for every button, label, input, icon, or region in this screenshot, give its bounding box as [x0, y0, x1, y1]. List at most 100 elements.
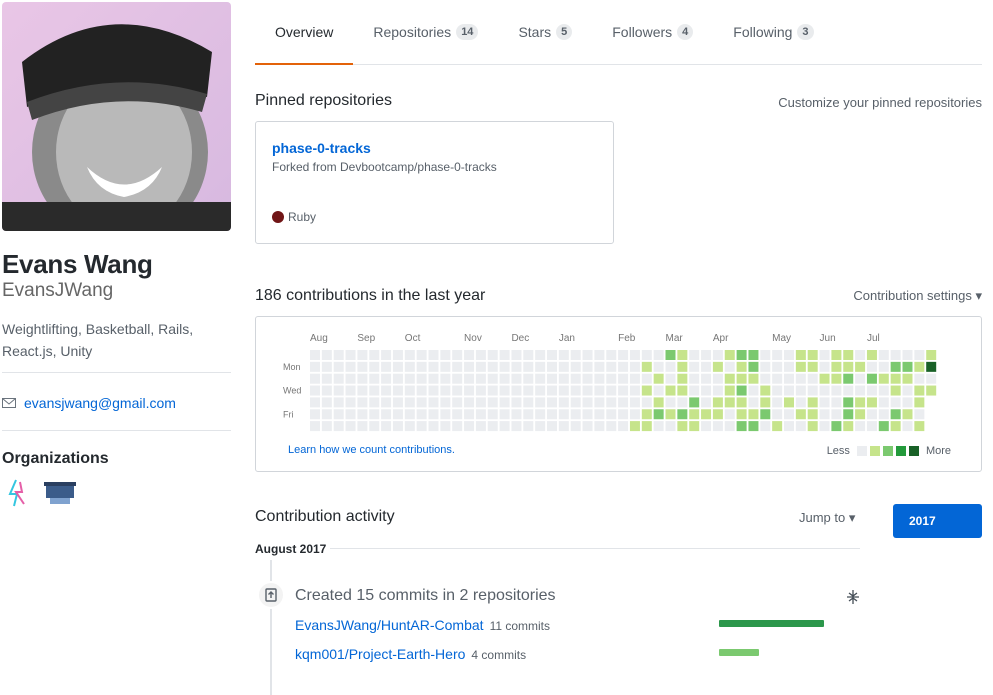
contribution-day[interactable]: [582, 373, 593, 384]
contribution-day[interactable]: [843, 373, 854, 384]
contribution-day[interactable]: [464, 350, 475, 360]
contribution-day[interactable]: [653, 350, 664, 360]
contribution-day[interactable]: [641, 421, 652, 432]
contribution-day[interactable]: [866, 361, 877, 372]
contribution-day[interactable]: [795, 361, 806, 372]
contribution-day[interactable]: [357, 421, 368, 432]
contribution-day[interactable]: [641, 373, 652, 384]
contribution-day[interactable]: [807, 397, 818, 408]
contribution-day[interactable]: [582, 350, 593, 360]
contribution-day[interactable]: [428, 385, 439, 396]
contribution-day[interactable]: [618, 397, 629, 408]
contribution-day[interactable]: [452, 361, 463, 372]
contribution-day[interactable]: [677, 397, 688, 408]
contribution-day[interactable]: [878, 385, 889, 396]
contribution-day[interactable]: [404, 409, 415, 420]
contribution-day[interactable]: [594, 421, 605, 432]
contribution-day[interactable]: [784, 361, 794, 372]
contribution-day[interactable]: [926, 373, 937, 384]
contribution-day[interactable]: [523, 350, 534, 360]
contribution-day[interactable]: [807, 409, 818, 420]
contribution-day[interactable]: [475, 350, 486, 360]
contribution-day[interactable]: [582, 385, 593, 396]
contribution-day[interactable]: [404, 350, 415, 360]
contribution-day[interactable]: [333, 409, 344, 420]
contribution-day[interactable]: [866, 373, 877, 384]
contribution-day[interactable]: [914, 409, 925, 420]
contribution-day[interactable]: [428, 373, 439, 384]
contribution-day[interactable]: [464, 385, 475, 396]
contribution-day[interactable]: [914, 361, 925, 372]
contribution-day[interactable]: [357, 397, 368, 408]
contribution-day[interactable]: [369, 361, 380, 372]
contribution-day[interactable]: [772, 373, 783, 384]
contribution-day[interactable]: [784, 373, 794, 384]
contribution-day[interactable]: [878, 421, 889, 432]
contribution-day[interactable]: [878, 361, 889, 372]
jump-to-dropdown[interactable]: Jump to ▾: [799, 510, 855, 526]
contribution-day[interactable]: [381, 373, 392, 384]
contribution-day[interactable]: [736, 409, 747, 420]
contribution-day[interactable]: [428, 409, 439, 420]
tab-stars[interactable]: Stars 5: [498, 0, 592, 64]
contribution-day[interactable]: [452, 409, 463, 420]
contribution-day[interactable]: [582, 409, 593, 420]
contribution-day[interactable]: [310, 397, 320, 408]
contribution-day[interactable]: [795, 373, 806, 384]
contribution-day[interactable]: [392, 373, 403, 384]
contribution-day[interactable]: [641, 385, 652, 396]
contribution-day[interactable]: [345, 409, 356, 420]
contribution-day[interactable]: [653, 361, 664, 372]
contribution-day[interactable]: [712, 373, 723, 384]
contribution-day[interactable]: [392, 361, 403, 372]
contribution-day[interactable]: [760, 373, 771, 384]
contribution-day[interactable]: [547, 409, 557, 420]
contribution-day[interactable]: [345, 385, 356, 396]
tab-following[interactable]: Following 3: [713, 0, 833, 64]
contribution-day[interactable]: [511, 409, 522, 420]
contribution-day[interactable]: [665, 397, 676, 408]
contribution-day[interactable]: [902, 361, 913, 372]
contribution-day[interactable]: [392, 385, 403, 396]
contribution-day[interactable]: [902, 397, 913, 408]
contribution-day[interactable]: [606, 373, 617, 384]
contribution-day[interactable]: [404, 361, 415, 372]
contribution-day[interactable]: [890, 421, 901, 432]
contribution-day[interactable]: [582, 397, 593, 408]
tab-followers[interactable]: Followers 4: [592, 0, 713, 64]
contribution-day[interactable]: [547, 361, 557, 372]
contribution-day[interactable]: [416, 361, 427, 372]
contribution-day[interactable]: [795, 385, 806, 396]
contribution-day[interactable]: [333, 350, 344, 360]
contribution-day[interactable]: [866, 409, 877, 420]
contribution-day[interactable]: [333, 373, 344, 384]
contribution-day[interactable]: [321, 421, 332, 432]
contribution-day[interactable]: [570, 350, 581, 360]
contribution-day[interactable]: [701, 350, 712, 360]
contribution-day[interactable]: [831, 397, 842, 408]
contribution-day[interactable]: [511, 361, 522, 372]
contribution-day[interactable]: [795, 350, 806, 360]
contribution-day[interactable]: [843, 421, 854, 432]
contribution-day[interactable]: [475, 385, 486, 396]
contribution-day[interactable]: [736, 397, 747, 408]
contribution-day[interactable]: [689, 385, 700, 396]
contribution-day[interactable]: [736, 421, 747, 432]
contribution-day[interactable]: [724, 409, 735, 420]
contribution-day[interactable]: [404, 397, 415, 408]
contribution-day[interactable]: [487, 350, 498, 360]
contribution-day[interactable]: [558, 373, 569, 384]
contribution-day[interactable]: [535, 409, 546, 420]
contribution-day[interactable]: [831, 361, 842, 372]
contribution-day[interactable]: [855, 421, 866, 432]
contribution-day[interactable]: [641, 409, 652, 420]
contribution-day[interactable]: [464, 373, 475, 384]
org-lightning-icon[interactable]: [2, 476, 34, 508]
contribution-day[interactable]: [629, 350, 640, 360]
contribution-day[interactable]: [926, 385, 937, 396]
contribution-day[interactable]: [428, 361, 439, 372]
contribution-day[interactable]: [475, 361, 486, 372]
contribution-day[interactable]: [831, 350, 842, 360]
contribution-day[interactable]: [831, 409, 842, 420]
contribution-day[interactable]: [499, 421, 510, 432]
